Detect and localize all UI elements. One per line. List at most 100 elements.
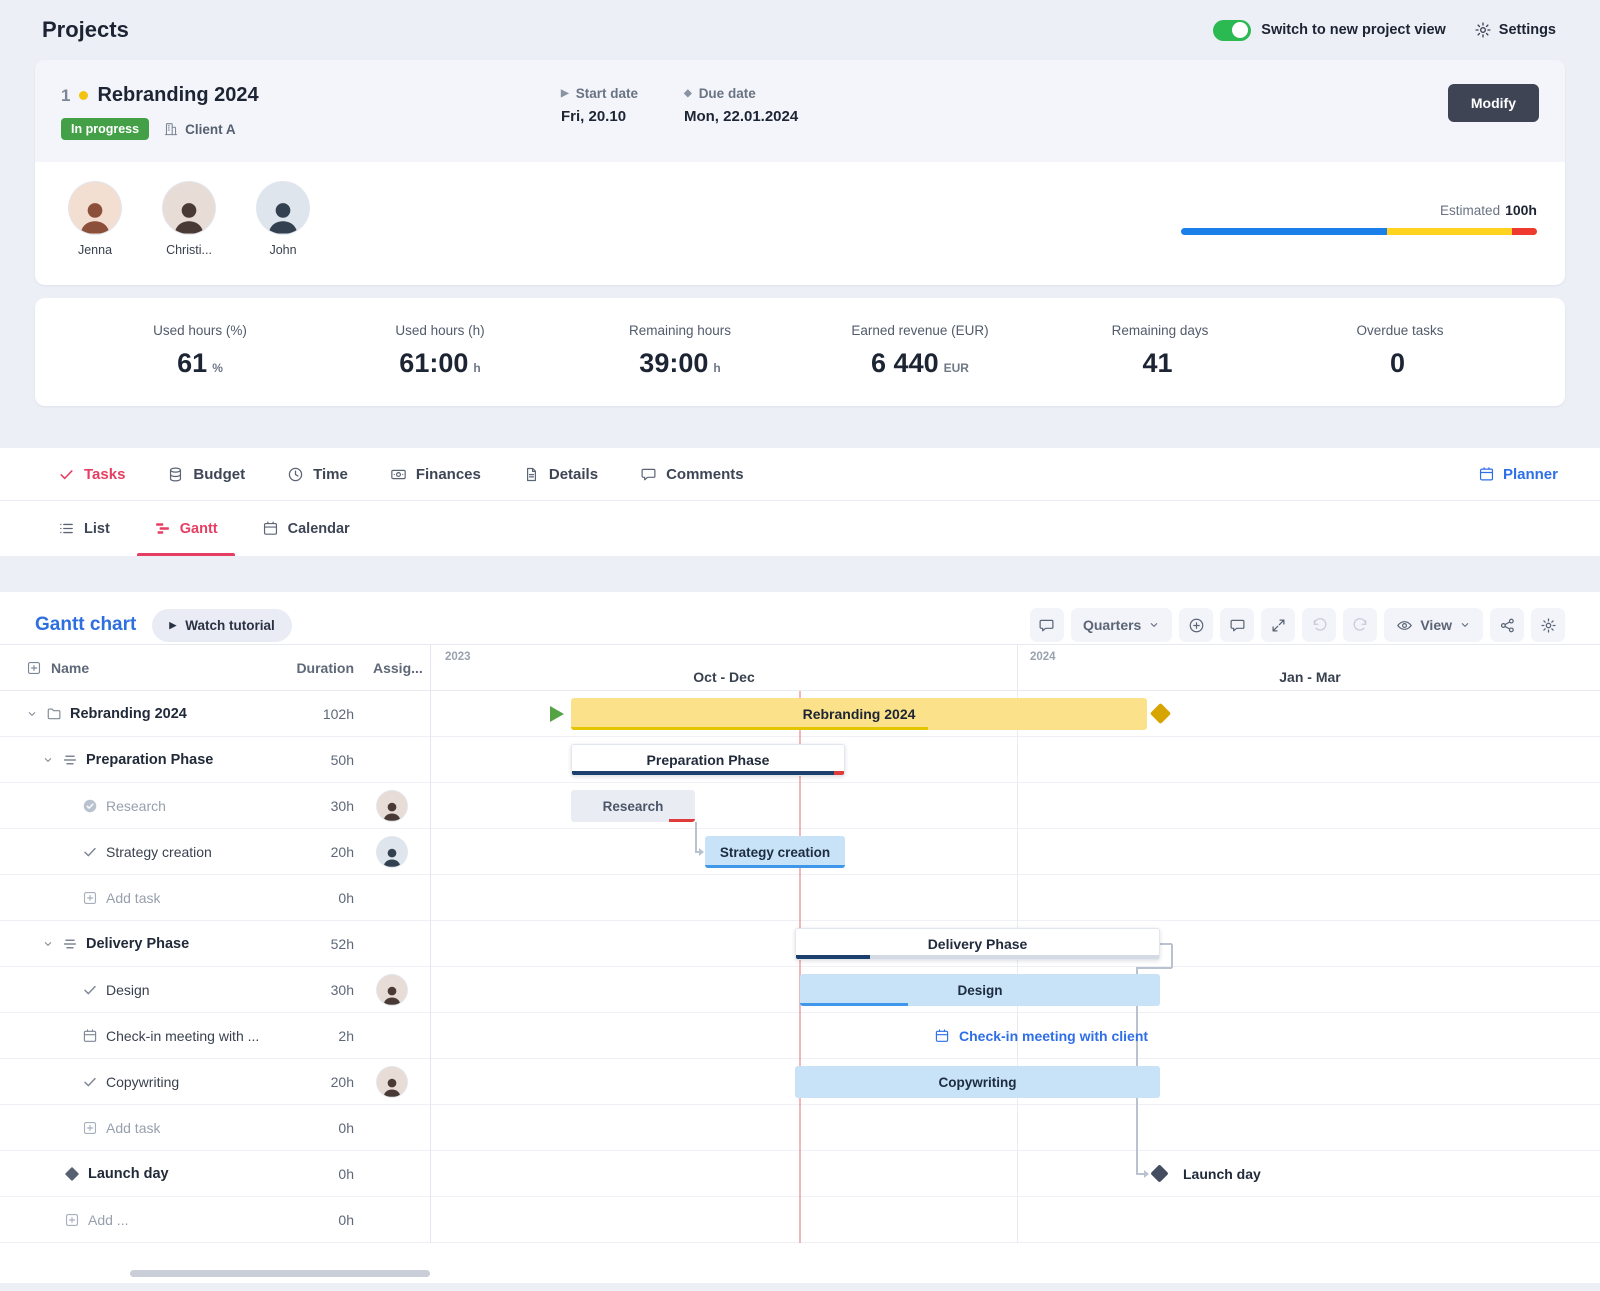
subtab-calendar[interactable]: Calendar bbox=[262, 501, 350, 556]
table-row-phase-delivery[interactable]: Delivery Phase 52h bbox=[0, 921, 430, 967]
project-start-marker-icon[interactable] bbox=[550, 706, 564, 722]
table-row-project[interactable]: Rebranding 2024 102h bbox=[0, 691, 430, 737]
gantt-bar-preparation-phase[interactable]: Preparation Phase bbox=[571, 744, 845, 776]
table-row-add-task[interactable]: Add task 0h bbox=[0, 875, 430, 921]
gantt-meeting-checkin[interactable]: Check-in meeting with client bbox=[934, 1013, 1148, 1059]
new-project-view-toggle[interactable]: Switch to new project view bbox=[1213, 20, 1446, 41]
feedback-button[interactable] bbox=[1220, 608, 1254, 642]
horizontal-scrollbar[interactable] bbox=[130, 1270, 430, 1277]
comment-tool-button[interactable] bbox=[1030, 608, 1064, 642]
dependency-line bbox=[695, 822, 697, 852]
undo-icon bbox=[1311, 617, 1328, 634]
assignee-avatar[interactable] bbox=[377, 837, 407, 867]
gantt-bar-strategy-creation[interactable]: Strategy creation bbox=[705, 836, 845, 868]
table-row-research[interactable]: Research 30h bbox=[0, 783, 430, 829]
stat-value: 39:00 bbox=[639, 348, 708, 378]
stats-card: Used hours (%) 61% Used hours (h) 61:00h… bbox=[35, 298, 1565, 406]
dependency-arrow-icon bbox=[699, 848, 704, 856]
row-duration: 0h bbox=[284, 1212, 354, 1228]
watch-tutorial-button[interactable]: ▶ Watch tutorial bbox=[152, 609, 291, 642]
table-row-add[interactable]: Add ... 0h bbox=[0, 1197, 430, 1243]
view-dropdown[interactable]: View bbox=[1384, 608, 1483, 642]
plus-square-icon bbox=[82, 1120, 98, 1136]
client-chip[interactable]: Client A bbox=[163, 121, 236, 137]
zoom-level-label: Quarters bbox=[1083, 617, 1141, 633]
check-icon bbox=[82, 982, 98, 998]
person-icon bbox=[379, 844, 405, 867]
add-milestone-button[interactable] bbox=[1179, 608, 1213, 642]
tab-time[interactable]: Time bbox=[287, 466, 348, 483]
row-duration: 30h bbox=[284, 982, 354, 998]
tab-tasks[interactable]: Tasks bbox=[58, 466, 125, 483]
subtab-list[interactable]: List bbox=[58, 501, 110, 556]
status-dot-icon bbox=[79, 91, 88, 100]
tab-comments[interactable]: Comments bbox=[640, 466, 744, 483]
toggle-switch[interactable] bbox=[1213, 20, 1251, 41]
chevron-down-icon[interactable] bbox=[26, 708, 38, 720]
plus-square-icon[interactable] bbox=[26, 660, 42, 676]
chevron-down-icon[interactable] bbox=[42, 754, 54, 766]
share-button[interactable] bbox=[1490, 608, 1524, 642]
gantt-settings-button[interactable] bbox=[1531, 608, 1565, 642]
stat-label: Overdue tasks bbox=[1280, 323, 1520, 338]
tab-budget[interactable]: Budget bbox=[167, 466, 245, 483]
redo-button[interactable] bbox=[1343, 608, 1377, 642]
row-duration: 0h bbox=[284, 1120, 354, 1136]
gantt-table-header: Name Duration Assig... bbox=[0, 645, 430, 691]
gantt-bar-delivery-phase[interactable]: Delivery Phase bbox=[795, 928, 1160, 960]
table-row-launch-day[interactable]: Launch day 0h bbox=[0, 1151, 430, 1197]
member-john[interactable]: John bbox=[253, 182, 313, 257]
bar-overdue bbox=[669, 819, 695, 823]
row-duration: 50h bbox=[284, 752, 354, 768]
stat-label: Remaining days bbox=[1040, 323, 1280, 338]
settings-button[interactable]: Settings bbox=[1474, 21, 1556, 39]
due-date-label: Due date bbox=[699, 86, 756, 101]
column-duration: Duration bbox=[284, 660, 354, 676]
tab-label: Finances bbox=[416, 466, 481, 483]
fullscreen-button[interactable] bbox=[1261, 608, 1295, 642]
gantt-bar-design[interactable]: Design bbox=[800, 974, 1160, 1006]
tab-finances[interactable]: Finances bbox=[390, 466, 481, 483]
stat-unit: h bbox=[713, 361, 720, 375]
member-christina[interactable]: Christi... bbox=[159, 182, 219, 257]
eye-icon bbox=[1396, 617, 1413, 634]
member-jenna[interactable]: Jenna bbox=[65, 182, 125, 257]
modify-button[interactable]: Modify bbox=[1448, 84, 1539, 122]
coins-icon bbox=[167, 466, 184, 483]
undo-button[interactable] bbox=[1302, 608, 1336, 642]
table-row-checkin-meeting[interactable]: Check-in meeting with ... 2h bbox=[0, 1013, 430, 1059]
member-list: Jenna Christi... John bbox=[65, 182, 313, 257]
tutorial-label: Watch tutorial bbox=[185, 618, 275, 633]
planner-label: Planner bbox=[1503, 466, 1558, 483]
client-name: Client A bbox=[185, 122, 236, 137]
project-card-body: Jenna Christi... John Estimated100h bbox=[35, 162, 1565, 285]
toggle-label: Switch to new project view bbox=[1261, 22, 1446, 38]
person-icon bbox=[73, 195, 117, 234]
column-assignee: Assig... bbox=[354, 660, 430, 676]
table-row-design[interactable]: Design 30h bbox=[0, 967, 430, 1013]
timeline-header: 2023 2024 Oct - Dec Jan - Mar bbox=[431, 645, 1600, 691]
assignee-avatar[interactable] bbox=[377, 975, 407, 1005]
gantt-timeline[interactable]: 2023 2024 Oct - Dec Jan - Mar bbox=[431, 645, 1600, 1243]
table-row-add-task[interactable]: Add task 0h bbox=[0, 1105, 430, 1151]
assignee-avatar[interactable] bbox=[377, 791, 407, 821]
gantt-bar-research[interactable]: Research bbox=[571, 790, 695, 822]
bar-label: Design bbox=[957, 983, 1002, 998]
table-row-strategy-creation[interactable]: Strategy creation 20h bbox=[0, 829, 430, 875]
gantt-bar-copywriting[interactable]: Copywriting bbox=[795, 1066, 1160, 1098]
table-row-copywriting[interactable]: Copywriting 20h bbox=[0, 1059, 430, 1105]
assignee-avatar[interactable] bbox=[377, 1067, 407, 1097]
table-row-phase-preparation[interactable]: Preparation Phase 50h bbox=[0, 737, 430, 783]
gantt-bar-rebranding[interactable]: Rebranding 2024 bbox=[571, 698, 1147, 730]
tab-details[interactable]: Details bbox=[523, 466, 598, 483]
bar-label: Strategy creation bbox=[720, 845, 830, 860]
stat-unit: % bbox=[212, 361, 223, 375]
subtab-gantt[interactable]: Gantt bbox=[154, 501, 218, 556]
planner-link[interactable]: Planner bbox=[1478, 466, 1558, 483]
hours-progress-bar bbox=[1181, 228, 1537, 235]
chevron-down-icon[interactable] bbox=[42, 938, 54, 950]
zoom-level-dropdown[interactable]: Quarters bbox=[1071, 608, 1172, 642]
play-icon: ▶ bbox=[561, 89, 569, 99]
tab-label: Budget bbox=[193, 466, 245, 483]
row-label: Design bbox=[106, 982, 150, 998]
